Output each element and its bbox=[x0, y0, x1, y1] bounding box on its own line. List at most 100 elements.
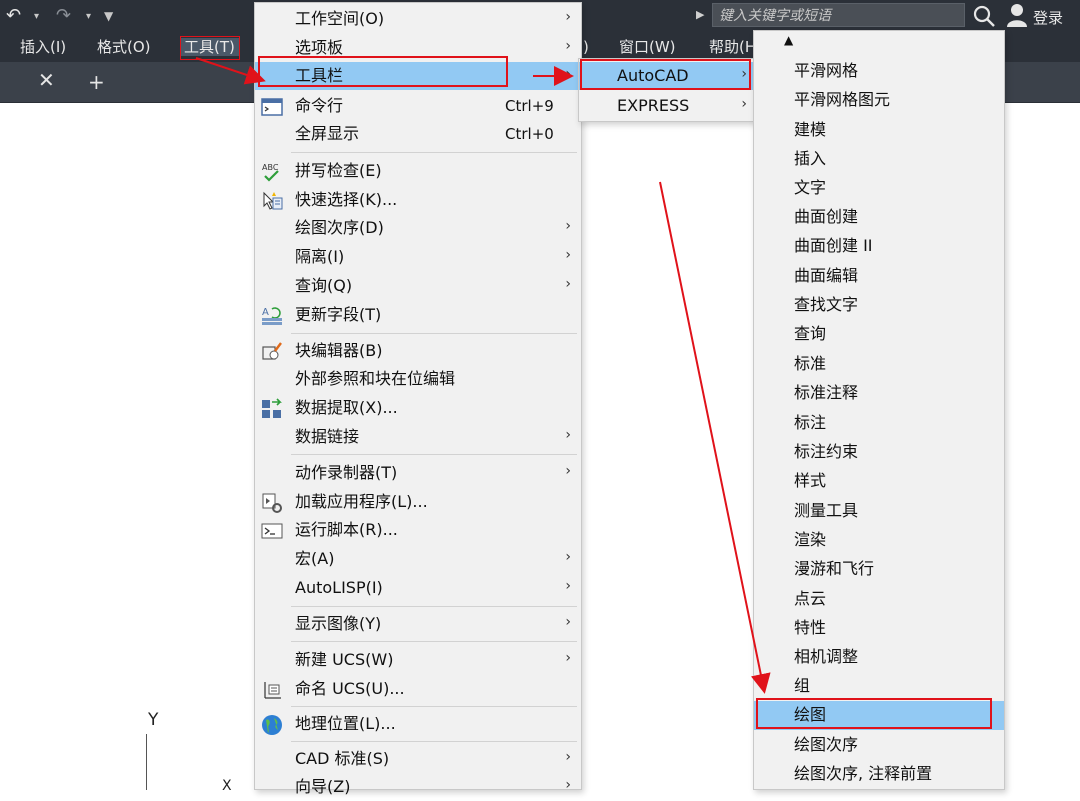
menu-item-xref-inplace-edit[interactable]: 外部参照和块在位编辑 bbox=[255, 365, 581, 393]
list-item[interactable]: 标注约束 bbox=[754, 438, 1004, 467]
menu-item-command-line[interactable]: 命令行 Ctrl+9 bbox=[255, 92, 581, 120]
list-item[interactable]: 组 bbox=[754, 672, 1004, 701]
list-item[interactable]: 查找文字 bbox=[754, 291, 1004, 320]
submenu-item-label: EXPRESS bbox=[617, 96, 690, 115]
submenu-arrow-icon: › bbox=[741, 96, 747, 112]
menu-separator bbox=[291, 706, 577, 707]
menu-item-draw-order[interactable]: 绘图次序(D) › bbox=[255, 214, 581, 242]
submenu-arrow-icon: › bbox=[565, 427, 571, 443]
list-item[interactable]: 漫游和飞行 bbox=[754, 555, 1004, 584]
list-item[interactable]: 建模 bbox=[754, 116, 1004, 145]
menu-item-fullscreen[interactable]: 全屏显示 Ctrl+0 bbox=[255, 120, 581, 148]
list-item[interactable]: 平滑网格图元 bbox=[754, 86, 1004, 115]
menu-item-update-fields[interactable]: A 更新字段(T) bbox=[255, 301, 581, 329]
list-item-label: 平滑网格图元 bbox=[794, 90, 891, 109]
list-item[interactable]: 标准 bbox=[754, 350, 1004, 379]
globe-icon bbox=[262, 715, 282, 735]
submenu-item-express[interactable]: EXPRESS › bbox=[579, 92, 755, 120]
menu-insert[interactable]: 插入(I) bbox=[20, 38, 66, 56]
search-expand-icon[interactable]: ▶ bbox=[696, 8, 704, 21]
undo-icon[interactable]: ↶ bbox=[6, 7, 21, 25]
list-item[interactable]: 查询 bbox=[754, 320, 1004, 349]
menu-separator bbox=[291, 741, 577, 742]
redo-dropdown-icon[interactable]: ▾ bbox=[86, 11, 91, 22]
list-item[interactable]: 标准注释 bbox=[754, 379, 1004, 408]
list-item[interactable]: 文字 bbox=[754, 174, 1004, 203]
menu-item-wizards[interactable]: 向导(Z) › bbox=[255, 773, 581, 801]
list-item[interactable]: 相机调整 bbox=[754, 643, 1004, 672]
menu-item-cad-standards[interactable]: CAD 标准(S) › bbox=[255, 745, 581, 773]
run-script-icon bbox=[261, 523, 283, 539]
menu-item-data-extraction[interactable]: 数据提取(X)... bbox=[255, 394, 581, 422]
menu-item-load-application[interactable]: 加载应用程序(L)... bbox=[255, 488, 581, 516]
menu-item-label: 新建 UCS(W) bbox=[295, 650, 394, 669]
ucs-y-axis-label: Y bbox=[148, 710, 159, 730]
list-item-label: 特性 bbox=[794, 618, 827, 637]
menu-partial[interactable]: ) bbox=[583, 38, 589, 56]
redo-icon[interactable]: ↷ bbox=[56, 7, 71, 25]
menu-item-quick-select[interactable]: 快速选择(K)... bbox=[255, 186, 581, 214]
list-item-label: 曲面创建 II bbox=[794, 236, 873, 255]
list-item[interactable]: 平滑网格 bbox=[754, 57, 1004, 86]
menu-item-new-ucs[interactable]: 新建 UCS(W) › bbox=[255, 646, 581, 674]
menu-item-block-editor[interactable]: 块编辑器(B) bbox=[255, 337, 581, 365]
load-application-icon bbox=[262, 493, 282, 513]
menu-item-spell-check[interactable]: ABC 拼写检查(E) bbox=[255, 157, 581, 185]
list-item[interactable]: 曲面编辑 bbox=[754, 262, 1004, 291]
menu-item-autolisp[interactable]: AutoLISP(I) › bbox=[255, 574, 581, 602]
menu-help[interactable]: 帮助(H bbox=[709, 38, 756, 56]
user-icon[interactable] bbox=[1006, 3, 1028, 27]
spell-check-icon: ABC bbox=[262, 163, 279, 182]
close-tab-icon[interactable]: ✕ bbox=[38, 68, 55, 92]
customize-toolbar-icon[interactable]: ▼ bbox=[104, 9, 113, 23]
toolbars-submenu: AutoCAD › EXPRESS › bbox=[578, 58, 756, 122]
new-tab-icon[interactable]: + bbox=[88, 70, 105, 94]
list-item-label: 标准 bbox=[794, 354, 827, 373]
menu-item-palettes[interactable]: 选项板 › bbox=[255, 34, 581, 62]
list-item[interactable]: 绘图次序, 注释前置 bbox=[754, 760, 1004, 789]
menu-format[interactable]: 格式(O) bbox=[97, 38, 151, 56]
list-item[interactable]: 曲面创建 bbox=[754, 203, 1004, 232]
list-item-label: 点云 bbox=[794, 589, 827, 608]
list-item[interactable]: 样式 bbox=[754, 467, 1004, 496]
search-input[interactable]: 键入关键字或短语 bbox=[712, 3, 965, 27]
menu-item-action-recorder[interactable]: 动作录制器(T) › bbox=[255, 459, 581, 487]
menu-item-run-script[interactable]: 运行脚本(R)... bbox=[255, 516, 581, 544]
submenu-arrow-icon: › bbox=[565, 650, 571, 666]
menu-item-label: 向导(Z) bbox=[295, 777, 351, 796]
list-item[interactable]: 测量工具 bbox=[754, 497, 1004, 526]
menu-item-workspace[interactable]: 工作空间(O) › bbox=[255, 5, 581, 33]
list-item[interactable]: 渲染 bbox=[754, 526, 1004, 555]
submenu-arrow-icon: › bbox=[565, 218, 571, 234]
menu-tools[interactable]: 工具(T) bbox=[180, 38, 239, 56]
list-item[interactable]: 标注 bbox=[754, 409, 1004, 438]
list-item-draw[interactable]: 绘图 bbox=[754, 701, 1004, 730]
menu-separator bbox=[291, 454, 577, 455]
menu-item-label: 隔离(I) bbox=[295, 247, 345, 266]
menu-window[interactable]: 窗口(W) bbox=[619, 38, 676, 56]
menu-item-isolate[interactable]: 隔离(I) › bbox=[255, 243, 581, 271]
login-button[interactable]: 登录 bbox=[1033, 7, 1063, 28]
menu-item-toolbars[interactable]: 工具栏 › bbox=[255, 62, 581, 90]
submenu-item-autocad[interactable]: AutoCAD › bbox=[579, 62, 755, 90]
menu-item-label: CAD 标准(S) bbox=[295, 749, 390, 768]
menu-item-display-image[interactable]: 显示图像(Y) › bbox=[255, 610, 581, 638]
list-item[interactable]: 插入 bbox=[754, 145, 1004, 174]
list-item[interactable]: 特性 bbox=[754, 614, 1004, 643]
menu-item-data-links[interactable]: 数据链接 › bbox=[255, 423, 581, 451]
scroll-up-icon[interactable]: ▲ bbox=[784, 33, 793, 47]
menu-separator bbox=[291, 606, 577, 607]
menu-item-macro[interactable]: 宏(A) › bbox=[255, 545, 581, 573]
undo-dropdown-icon[interactable]: ▾ bbox=[34, 11, 39, 22]
list-item-label: 绘图次序, 注释前置 bbox=[794, 764, 933, 783]
list-item[interactable]: 曲面创建 II bbox=[754, 232, 1004, 261]
submenu-arrow-icon: › bbox=[565, 66, 571, 82]
menu-item-geographic-location[interactable]: 地理位置(L)... bbox=[255, 710, 581, 738]
list-item[interactable]: 绘图次序 bbox=[754, 731, 1004, 760]
menu-item-named-ucs[interactable]: 命名 UCS(U)... bbox=[255, 675, 581, 703]
menu-item-inquiry[interactable]: 查询(Q) › bbox=[255, 272, 581, 300]
named-ucs-icon bbox=[264, 682, 281, 699]
list-item[interactable]: 点云 bbox=[754, 585, 1004, 614]
menu-item-label: 块编辑器(B) bbox=[295, 341, 383, 360]
search-icon[interactable] bbox=[972, 4, 996, 28]
